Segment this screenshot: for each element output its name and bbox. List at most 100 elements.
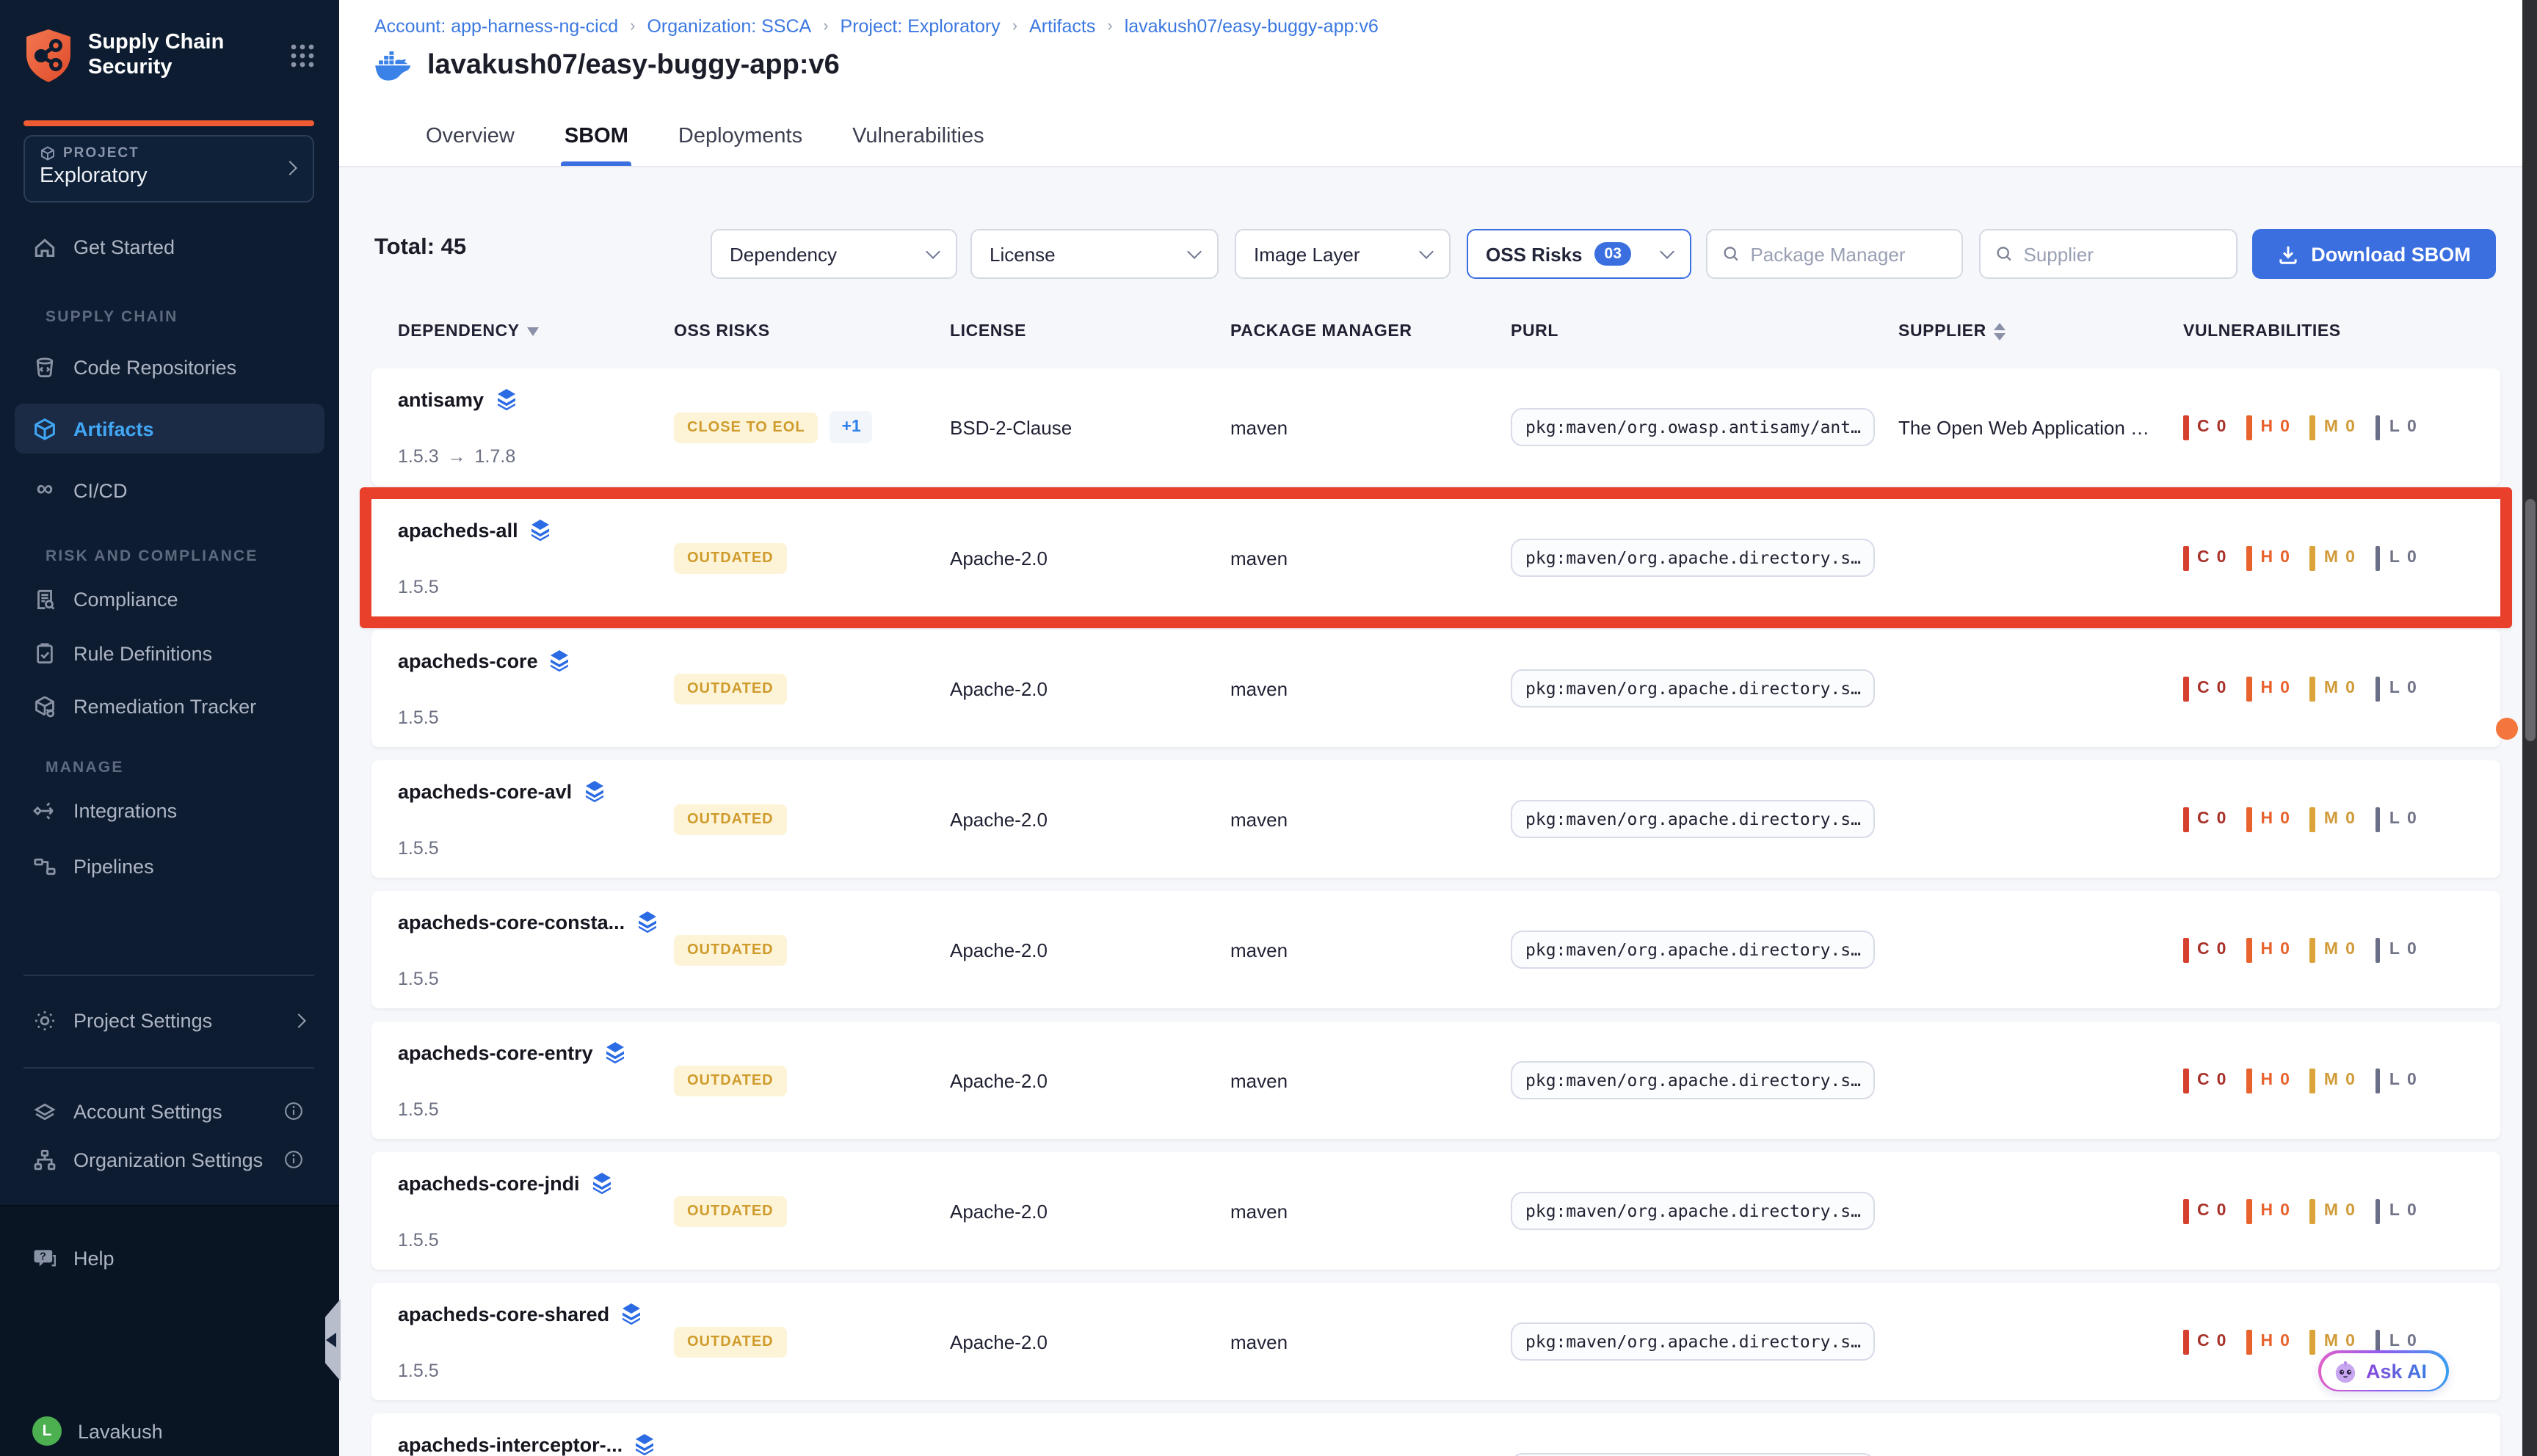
dependency-name: apacheds-interceptor-... (398, 1434, 623, 1456)
ask-ai-label: Ask AI (2366, 1360, 2427, 1382)
home-icon (32, 234, 57, 259)
page-scrollbar[interactable] (2522, 0, 2537, 1456)
breadcrumb-artifact-name[interactable]: lavakush07/easy-buggy-app:v6 (1125, 16, 1379, 37)
sidebar-item-label: Help (73, 1247, 115, 1269)
purl-pill[interactable]: pkg:maven/org.apache.directory.s… (1511, 539, 1876, 577)
table-row[interactable]: apacheds-interceptor-... 1.5.5 OUTDATED … (371, 1413, 2500, 1456)
purl-pill[interactable]: pkg:maven/org.apache.directory.s… (1511, 1061, 1876, 1099)
oss-risk-badge: OUTDATED (674, 804, 787, 834)
dependency-version: 1.5.5 (398, 838, 674, 859)
sidebar-item-account-settings[interactable]: Account Settings (15, 1086, 324, 1136)
sidebar-item-user[interactable]: L Lavakush (15, 1406, 324, 1456)
scrollbar-thumb[interactable] (2525, 499, 2535, 741)
table-row[interactable]: apacheds-all 1.5.5 OUTDATED Apache-2.0 m… (360, 487, 2512, 628)
vuln-severity-bar (2310, 545, 2315, 570)
table-row[interactable]: apacheds-core-jndi 1.5.5 OUTDATED Apache… (371, 1152, 2500, 1270)
oss-risk-badge: OUTDATED (674, 1326, 787, 1357)
layers-icon (636, 911, 657, 933)
vuln-count-high: H0 (2246, 1329, 2290, 1354)
sidebar-item-project-settings[interactable]: Project Settings (15, 995, 324, 1045)
vuln-count-medium: M0 (2310, 545, 2356, 570)
table-row[interactable]: apacheds-core-avl 1.5.5 OUTDATED Apache-… (371, 760, 2500, 878)
breadcrumb-project[interactable]: Project: Exploratory (841, 16, 1001, 37)
purl-pill[interactable]: pkg:maven/org.apache.directory.s… (1511, 1453, 1876, 1456)
vuln-severity-bar (2183, 937, 2188, 962)
sidebar-item-integrations[interactable]: Integrations (15, 785, 324, 835)
vuln-severity-bar (2246, 1068, 2251, 1093)
sidebar-item-get-started[interactable]: Get Started (15, 222, 324, 272)
info-icon (283, 1101, 304, 1121)
purl-pill[interactable]: pkg:maven/org.apache.directory.s… (1511, 931, 1876, 969)
module-grid-icon[interactable] (289, 43, 316, 69)
dependency-cell: apacheds-core-jndi 1.5.5 (398, 1152, 674, 1270)
layers-icon (634, 1434, 655, 1456)
account-layers-icon (32, 1099, 57, 1124)
project-cube-icon (40, 145, 56, 161)
tab-deployments[interactable]: Deployments (675, 107, 805, 166)
table-row[interactable]: antisamy 1.5.3→1.7.8 CLOSE TO EOL+1 BSD-… (371, 368, 2500, 486)
vuln-count-low: L0 (2376, 545, 2418, 570)
table-row[interactable]: apacheds-core-entry 1.5.5 OUTDATED Apach… (371, 1022, 2500, 1139)
table-row[interactable]: apacheds-core 1.5.5 OUTDATED Apache-2.0 … (371, 630, 2500, 747)
purl-pill[interactable]: pkg:maven/org.apache.directory.s… (1511, 669, 1876, 707)
vuln-count-low: L0 (2376, 415, 2418, 440)
ask-ai-button[interactable]: Ask AI (2318, 1350, 2448, 1391)
purl-pill[interactable]: pkg:maven/org.owasp.antisamy/ant… (1511, 408, 1876, 446)
sidebar: Supply Chain Security PROJECT Explorator… (0, 0, 339, 1456)
vuln-count-high: H0 (2246, 676, 2290, 701)
sidebar-item-rule-definitions[interactable]: Rule Definitions (15, 628, 324, 678)
project-selector[interactable]: PROJECT Exploratory (23, 135, 314, 203)
sidebar-item-cicd[interactable]: ∞ CI/CD (15, 465, 324, 515)
table-row[interactable]: apacheds-core-consta... 1.5.5 OUTDATED A… (371, 891, 2500, 1008)
sidebar-item-label: Artifacts (73, 418, 154, 440)
breadcrumb-artifacts[interactable]: Artifacts (1029, 16, 1095, 37)
sidebar-item-help[interactable]: ? Help (15, 1233, 324, 1283)
dependency-name: apacheds-core-jndi (398, 1173, 580, 1195)
breadcrumb-organization[interactable]: Organization: SSCA (647, 16, 811, 37)
sidebar-item-label: Rule Definitions (73, 642, 212, 664)
upgrade-arrow-icon: → (448, 446, 466, 467)
sidebar-item-compliance[interactable]: Compliance (15, 574, 324, 624)
license-cell: Apache-2.0 (950, 808, 1230, 830)
sidebar-item-label: Get Started (73, 236, 175, 258)
sidebar-item-artifacts[interactable]: Artifacts (15, 404, 324, 454)
vuln-count-low: L0 (2376, 1068, 2418, 1093)
dependency-name: apacheds-core-consta... (398, 911, 625, 933)
tab-vulnerabilities[interactable]: Vulnerabilities (849, 107, 987, 166)
tab-sbom[interactable]: SBOM (562, 107, 631, 166)
sidebar-section-supply-chain: SUPPLY CHAIN (46, 308, 178, 326)
purl-pill[interactable]: pkg:maven/org.apache.directory.s… (1511, 1322, 1876, 1361)
vuln-count-medium: M0 (2310, 807, 2356, 831)
license-cell: Apache-2.0 (950, 1069, 1230, 1091)
sidebar-item-organization-settings[interactable]: Organization Settings (15, 1135, 324, 1184)
sidebar-item-label: Compliance (73, 588, 178, 610)
tab-overview[interactable]: Overview (423, 107, 518, 166)
vuln-count-low: L0 (2376, 676, 2418, 701)
vuln-severity-bar (2246, 807, 2251, 831)
project-name: Exploratory (40, 164, 298, 188)
sidebar-divider (23, 1067, 314, 1069)
oss-risk-badge[interactable]: +1 (830, 411, 873, 443)
logo-accent-rule (23, 120, 314, 126)
notification-dot[interactable] (2496, 718, 2518, 740)
collapse-arrow-icon (326, 1333, 336, 1347)
oss-risks-cell: OUTDATED (674, 934, 950, 965)
vuln-severity-bar (2246, 937, 2251, 962)
purl-pill[interactable]: pkg:maven/org.apache.directory.s… (1511, 1192, 1876, 1230)
svg-text:?: ? (40, 1251, 46, 1262)
breadcrumb-account[interactable]: Account: app-harness-ng-cicd (374, 16, 618, 37)
vuln-severity-bar (2183, 1198, 2188, 1223)
vuln-count-critical: C0 (2183, 807, 2227, 831)
sidebar-item-remediation-tracker[interactable]: Remediation Tracker (15, 681, 324, 731)
vuln-severity-bar (2183, 676, 2188, 701)
vuln-count-critical: C0 (2183, 937, 2227, 962)
sidebar-item-pipelines[interactable]: Pipelines (15, 841, 324, 891)
purl-pill[interactable]: pkg:maven/org.apache.directory.s… (1511, 800, 1876, 838)
layers-icon (592, 1173, 612, 1195)
vuln-count-high: H0 (2246, 415, 2290, 440)
sidebar-item-code-repositories[interactable]: Code Repositories (15, 342, 324, 392)
table-row[interactable]: apacheds-core-shared 1.5.5 OUTDATED Apac… (371, 1283, 2500, 1400)
dependency-cell: apacheds-all 1.5.5 (398, 499, 674, 616)
dependency-name: apacheds-core-avl (398, 781, 572, 803)
dependency-cell: apacheds-core-consta... 1.5.5 (398, 891, 674, 1008)
